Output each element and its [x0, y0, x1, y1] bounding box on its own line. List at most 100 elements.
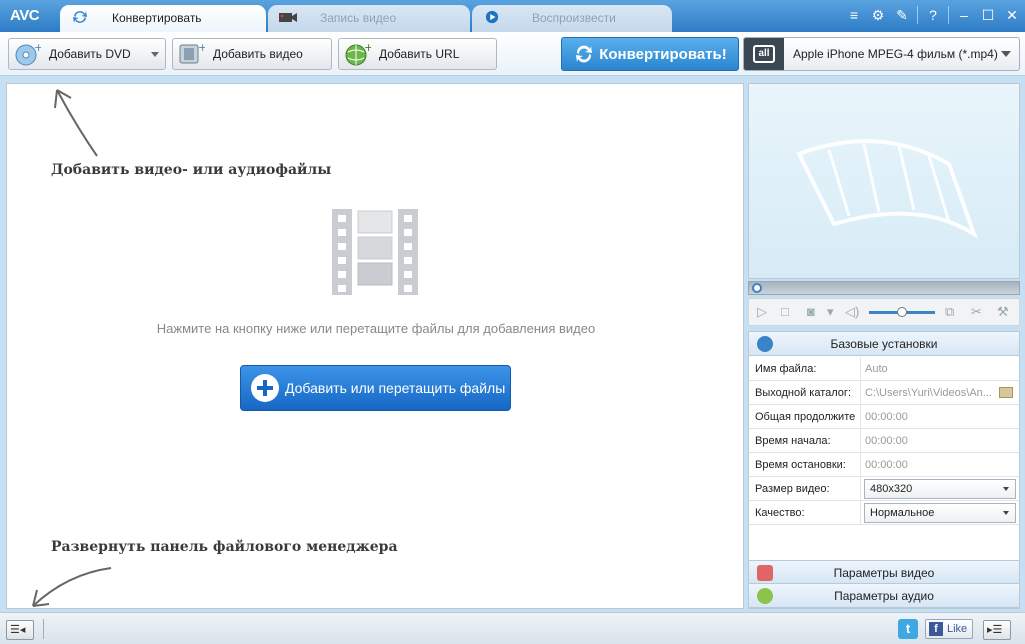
hint-add-files: Добавить видео- или аудиофайлы	[51, 162, 332, 178]
add-video-button[interactable]: + Добавить видео	[172, 38, 332, 70]
facebook-like-button[interactable]: f Like	[925, 619, 973, 639]
film-reel-watermark-icon	[796, 139, 978, 239]
tab-play-label: Воспроизвести	[532, 11, 616, 25]
row-start-time: Время начала: 00:00:00	[749, 429, 1019, 453]
add-files-label: Добавить или перетащить файлы	[285, 380, 506, 396]
tab-convert[interactable]: Конвертировать	[60, 5, 266, 32]
gear-icon[interactable]: ⚙	[869, 6, 887, 24]
svg-text:+: +	[364, 42, 371, 54]
tab-record[interactable]: Запись видео	[268, 5, 470, 32]
convert-button[interactable]: Конвертировать!	[561, 37, 739, 71]
file-list-area[interactable]: Добавить видео- или аудиофайлы Нажмите н…	[6, 83, 744, 609]
video-size-select[interactable]: 480x320	[864, 479, 1016, 499]
profile-icon-label: all	[753, 45, 775, 63]
video-params-label: Параметры видео	[833, 566, 935, 580]
film-strip-icon	[332, 209, 418, 295]
quality-label: Качество:	[749, 501, 861, 525]
status-bar: ☰◂ ▸☰	[0, 612, 1025, 644]
profile-icon: all	[744, 38, 784, 70]
tools-icon[interactable]: ⚒	[997, 304, 1009, 320]
tab-play[interactable]: Воспроизвести	[472, 5, 672, 32]
row-quality: Качество: Нормальное	[749, 501, 1019, 525]
duration-value: 00:00:00	[865, 411, 908, 423]
row-stop-time: Время остановки: 00:00:00	[749, 453, 1019, 477]
output-dir-field[interactable]: C:\Users\Yuri\Videos\An...	[865, 381, 997, 405]
maximize-icon[interactable]: ☐	[979, 6, 997, 24]
panel-right-icon: ▸☰	[987, 624, 1003, 636]
divider	[948, 6, 949, 24]
globe-icon: +	[345, 42, 371, 66]
row-video-size: Размер видео: 480x320	[749, 477, 1019, 501]
audio-params-header[interactable]: Параметры аудио	[749, 584, 1019, 608]
wrench-icon[interactable]: ✎	[893, 6, 911, 24]
app-logo: AVC	[10, 7, 40, 24]
film-icon: +	[179, 42, 205, 64]
add-url-button[interactable]: + Добавить URL	[338, 38, 497, 70]
row-output-dir: Выходной каталог: C:\Users\Yuri\Videos\A…	[749, 381, 1019, 405]
start-time-field[interactable]: 00:00:00	[865, 429, 1015, 453]
speaker-icon	[757, 588, 773, 604]
dvd-icon: +	[15, 42, 41, 66]
seek-bar[interactable]	[748, 281, 1020, 295]
wrench-icon	[757, 336, 773, 352]
scissors-icon[interactable]: ✂	[971, 304, 982, 320]
toolbar: + Добавить DVD + Добавить видео + Добави…	[0, 32, 1025, 76]
chevron-down-icon[interactable]	[151, 52, 159, 57]
toggle-file-manager-button[interactable]: ☰◂	[6, 620, 34, 640]
tab-record-label: Запись видео	[320, 11, 397, 25]
like-label: Like	[947, 623, 968, 635]
plus-icon	[251, 374, 279, 402]
filename-field[interactable]: Auto	[865, 357, 1015, 381]
minimize-icon[interactable]: –	[955, 6, 973, 24]
start-time-label: Время начала:	[749, 429, 861, 453]
settings-panel: Базовые установки Имя файла: Auto Выходн…	[748, 331, 1020, 609]
player-controls: ▷ □ ◙ ▾ ◁) ⧉ ✂ ⚒	[748, 298, 1020, 326]
folder-icon[interactable]	[999, 387, 1013, 398]
stop-icon[interactable]: □	[781, 304, 789, 319]
refresh-icon	[576, 45, 593, 63]
twitter-icon[interactable]: t	[898, 619, 918, 639]
row-duration: Общая продолжите 00:00:00	[749, 405, 1019, 429]
svg-text:+: +	[198, 42, 205, 54]
video-size-label: Размер видео:	[749, 477, 861, 501]
arrow-down-left-icon	[32, 567, 112, 607]
video-preview	[748, 83, 1020, 279]
hint-expand-panel: Развернуть панель файлового менеджера	[51, 539, 398, 555]
audio-params-label: Параметры аудио	[834, 589, 934, 603]
add-files-button[interactable]: Добавить или перетащить файлы	[240, 365, 511, 411]
facebook-icon: f	[929, 622, 943, 636]
panel-left-icon: ☰◂	[10, 624, 26, 636]
seek-knob[interactable]	[752, 283, 762, 293]
output-profile-select[interactable]: all Apple iPhone MPEG-4 фильм (*.mp4)	[743, 37, 1020, 71]
chevron-down-icon[interactable]: ▾	[827, 304, 834, 320]
profile-label: Apple iPhone MPEG-4 фильм (*.mp4)	[793, 47, 998, 61]
film-icon	[757, 565, 773, 581]
close-icon[interactable]: ✕	[1003, 6, 1021, 24]
divider	[43, 619, 44, 639]
arrow-up-icon	[54, 89, 98, 157]
chevron-down-icon	[1001, 51, 1011, 57]
stop-time-label: Время остановки:	[749, 453, 861, 477]
copy-icon[interactable]: ⧉	[945, 304, 954, 320]
stop-time-field[interactable]: 00:00:00	[865, 453, 1015, 477]
divider	[917, 6, 918, 24]
video-params-header[interactable]: Параметры видео	[749, 560, 1019, 584]
help-icon[interactable]: ?	[924, 6, 942, 24]
row-filename: Имя файла: Auto	[749, 357, 1019, 381]
drop-instructions: Нажмите на кнопку ниже или перетащите фа…	[156, 321, 596, 336]
video-camera-icon	[279, 13, 297, 22]
toggle-right-panel-button[interactable]: ▸☰	[983, 620, 1011, 640]
play-icon[interactable]: ▷	[757, 304, 767, 320]
basic-settings-label: Базовые установки	[830, 337, 938, 351]
camera-icon[interactable]: ◙	[807, 304, 815, 319]
add-dvd-button[interactable]: + Добавить DVD	[8, 38, 166, 70]
title-bar: AVC Конвертировать Запись видео Воспроиз…	[0, 0, 1025, 32]
menu-icon[interactable]: ≡	[845, 6, 863, 24]
convert-label: Конвертировать!	[599, 45, 727, 63]
basic-settings-header[interactable]: Базовые установки	[749, 332, 1019, 356]
add-dvd-label: Добавить DVD	[49, 47, 131, 61]
play-icon	[485, 10, 499, 24]
volume-icon[interactable]: ◁)	[845, 304, 859, 320]
quality-select[interactable]: Нормальное	[864, 503, 1016, 523]
volume-knob[interactable]	[897, 307, 907, 317]
